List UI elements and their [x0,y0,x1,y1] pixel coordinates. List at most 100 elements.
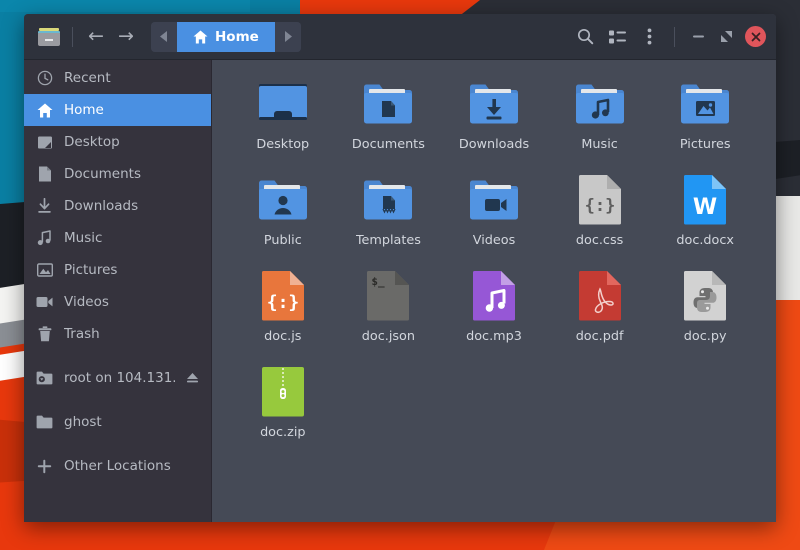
sidebar-item-label: root on 104.131.... [64,370,175,386]
sidebar-separator [24,350,211,362]
breadcrumb-item-home[interactable]: Home [177,21,275,52]
sidebar-item-home[interactable]: Home [24,94,211,126]
folder-desktop-icon [257,78,309,130]
file-item-label: Downloads [458,137,530,152]
close-button[interactable] [745,26,766,47]
sidebar-item-label: ghost [64,414,102,430]
folder-stack-icon[interactable] [34,22,64,52]
main-menu-button[interactable] [634,22,664,52]
file-item-label: doc.json [361,329,415,344]
file-item[interactable]: Templates [336,170,442,254]
minimize-button[interactable] [685,24,711,50]
file-list-area[interactable]: Desktop Documents Downloads Music Pictur… [212,60,776,522]
sidebar-item-label: Downloads [64,198,139,214]
eject-icon[interactable] [186,372,199,385]
document-icon [36,166,53,183]
folder-pictures-icon [679,78,731,130]
file-item[interactable]: {:} doc.css [547,170,653,254]
file-item[interactable]: {:} doc.js [230,266,336,350]
maximize-button[interactable] [713,24,739,50]
sidebar-item-music[interactable]: Music [24,222,211,254]
file-item[interactable]: Pictures [652,74,758,158]
breadcrumb-label: Home [215,28,259,45]
file-manager-window: ← → Home Recent Home Desktop Documents D… [24,14,776,522]
sidebar-separator [24,438,211,450]
file-item[interactable]: Public [230,170,336,254]
file-item[interactable]: doc.py [652,266,758,350]
svg-text:W: W [693,195,717,220]
view-options-button[interactable] [602,22,632,52]
forward-button[interactable]: → [111,22,141,52]
file-item-label: doc.pdf [575,329,624,344]
breadcrumb-scroll-right[interactable] [274,21,301,52]
breadcrumb-scroll-left[interactable] [151,21,177,52]
search-button[interactable] [570,22,600,52]
sidebar-item-recent[interactable]: Recent [24,62,211,94]
file-item[interactable]: $_ doc.json [336,266,442,350]
video-icon [36,294,53,311]
sidebar-item-ghost[interactable]: ghost [24,406,211,438]
file-item-label: Videos [472,233,516,248]
file-item[interactable]: Videos [441,170,547,254]
sidebar-item-desktop[interactable]: Desktop [24,126,211,158]
sidebar-item-pictures[interactable]: Pictures [24,254,211,286]
file-item[interactable]: doc.zip [230,362,336,446]
sidebar-item-trash[interactable]: Trash [24,318,211,350]
file-item-label: Desktop [256,137,310,152]
sidebar-item-label: Desktop [64,134,120,150]
file-item[interactable]: doc.mp3 [441,266,547,350]
folder-videos-icon [468,174,520,226]
home-icon [36,102,53,119]
sidebar-item-documents[interactable]: Documents [24,158,211,190]
trash-icon [36,326,53,343]
plus-icon [36,458,53,475]
sidebar-item-root-on-104-131[interactable]: root on 104.131.... [24,362,211,394]
file-item-label: Templates [355,233,421,248]
clock-icon [36,70,53,87]
folder-documents-icon [362,78,414,130]
file-item-label: doc.js [264,329,302,344]
sidebar-item-videos[interactable]: Videos [24,286,211,318]
file-item-label: Music [581,137,618,152]
search-icon [577,28,593,45]
sidebar-separator [24,394,211,406]
sidebar-item-label: Recent [64,70,111,86]
sidebar-item-label: Music [64,230,103,246]
places-sidebar: Recent Home Desktop Documents Downloads Music… [24,60,212,522]
arrow-right-icon: → [118,25,134,47]
back-button[interactable]: ← [81,22,111,52]
svg-text:{:}: {:} [584,196,615,216]
desktop-icon [36,134,53,151]
sidebar-item-label: Other Locations [64,458,171,474]
file-js-icon: {:} [257,270,309,322]
file-mp3-icon [468,270,520,322]
file-item[interactable]: W doc.docx [652,170,758,254]
view-list-icon [608,30,626,43]
overflow-menu-icon [647,28,651,45]
folder-music-icon [574,78,626,130]
sidebar-item-downloads[interactable]: Downloads [24,190,211,222]
folder-templates-icon [362,174,414,226]
headerbar-left-group: ← → Home [34,21,301,52]
remote-folder-icon [36,370,53,387]
file-item[interactable]: Documents [336,74,442,158]
window-body: Recent Home Desktop Documents Downloads Music… [24,60,776,522]
sidebar-item-label: Videos [64,294,109,310]
sidebar-item-label: Pictures [64,262,118,278]
file-item-label: Public [263,233,302,248]
file-item-label: doc.css [575,233,624,248]
file-item[interactable]: Downloads [441,74,547,158]
file-item[interactable]: Desktop [230,74,336,158]
file-zip-icon [257,366,309,418]
chevron-right-icon [284,31,292,42]
file-item-label: doc.docx [676,233,734,248]
sidebar-item-other-locations[interactable]: Other Locations [24,450,211,482]
headerbar-right-group [570,22,766,52]
file-item[interactable]: doc.pdf [547,266,653,350]
file-docx-icon: W [679,174,731,226]
file-item[interactable]: Music [547,74,653,158]
file-item-label: Documents [351,137,425,152]
folder-icon [36,414,53,431]
file-py-icon [679,270,731,322]
file-json-icon: $_ [362,270,414,322]
